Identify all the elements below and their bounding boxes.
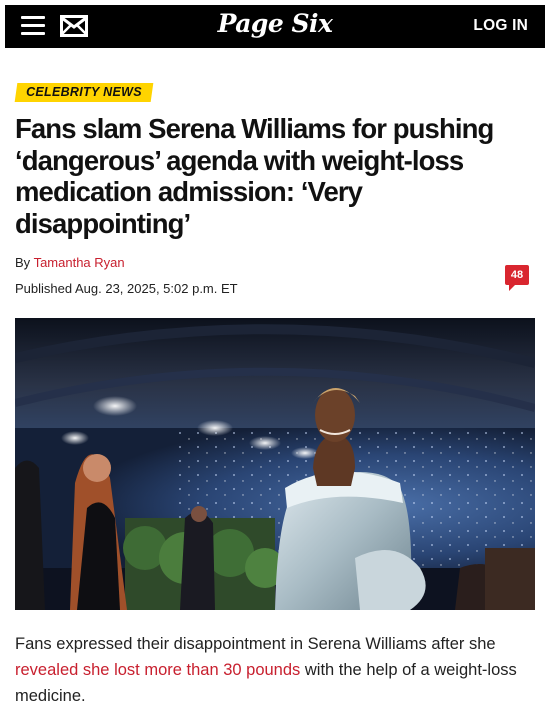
category-label: CELEBRITY NEWS	[26, 85, 142, 99]
byline: By Tamantha Ryan	[15, 255, 125, 270]
top-navigation-bar: Page Six LOG IN	[5, 5, 545, 48]
byline-prefix: By	[15, 255, 31, 270]
comment-count-button[interactable]: 48	[505, 265, 529, 291]
author-link[interactable]: Tamantha Ryan	[34, 255, 125, 270]
category-badge[interactable]: CELEBRITY NEWS	[14, 83, 154, 102]
hamburger-menu-icon[interactable]	[21, 15, 45, 37]
dek-link[interactable]: revealed she lost more than 30 pounds	[15, 661, 300, 679]
published-date: Published Aug. 23, 2025, 5:02 p.m. ET	[15, 281, 238, 296]
dek-text-start: Fans expressed their disappointment in S…	[15, 635, 496, 653]
article-headline: Fans slam Serena Williams for pushing ‘d…	[15, 113, 494, 239]
hero-photo[interactable]	[15, 318, 535, 610]
article-dek: Fans expressed their disappointment in S…	[15, 631, 537, 709]
login-button[interactable]: LOG IN	[473, 17, 528, 35]
mail-envelope-icon[interactable]	[60, 15, 88, 37]
site-logo[interactable]: Page Six	[218, 9, 333, 38]
